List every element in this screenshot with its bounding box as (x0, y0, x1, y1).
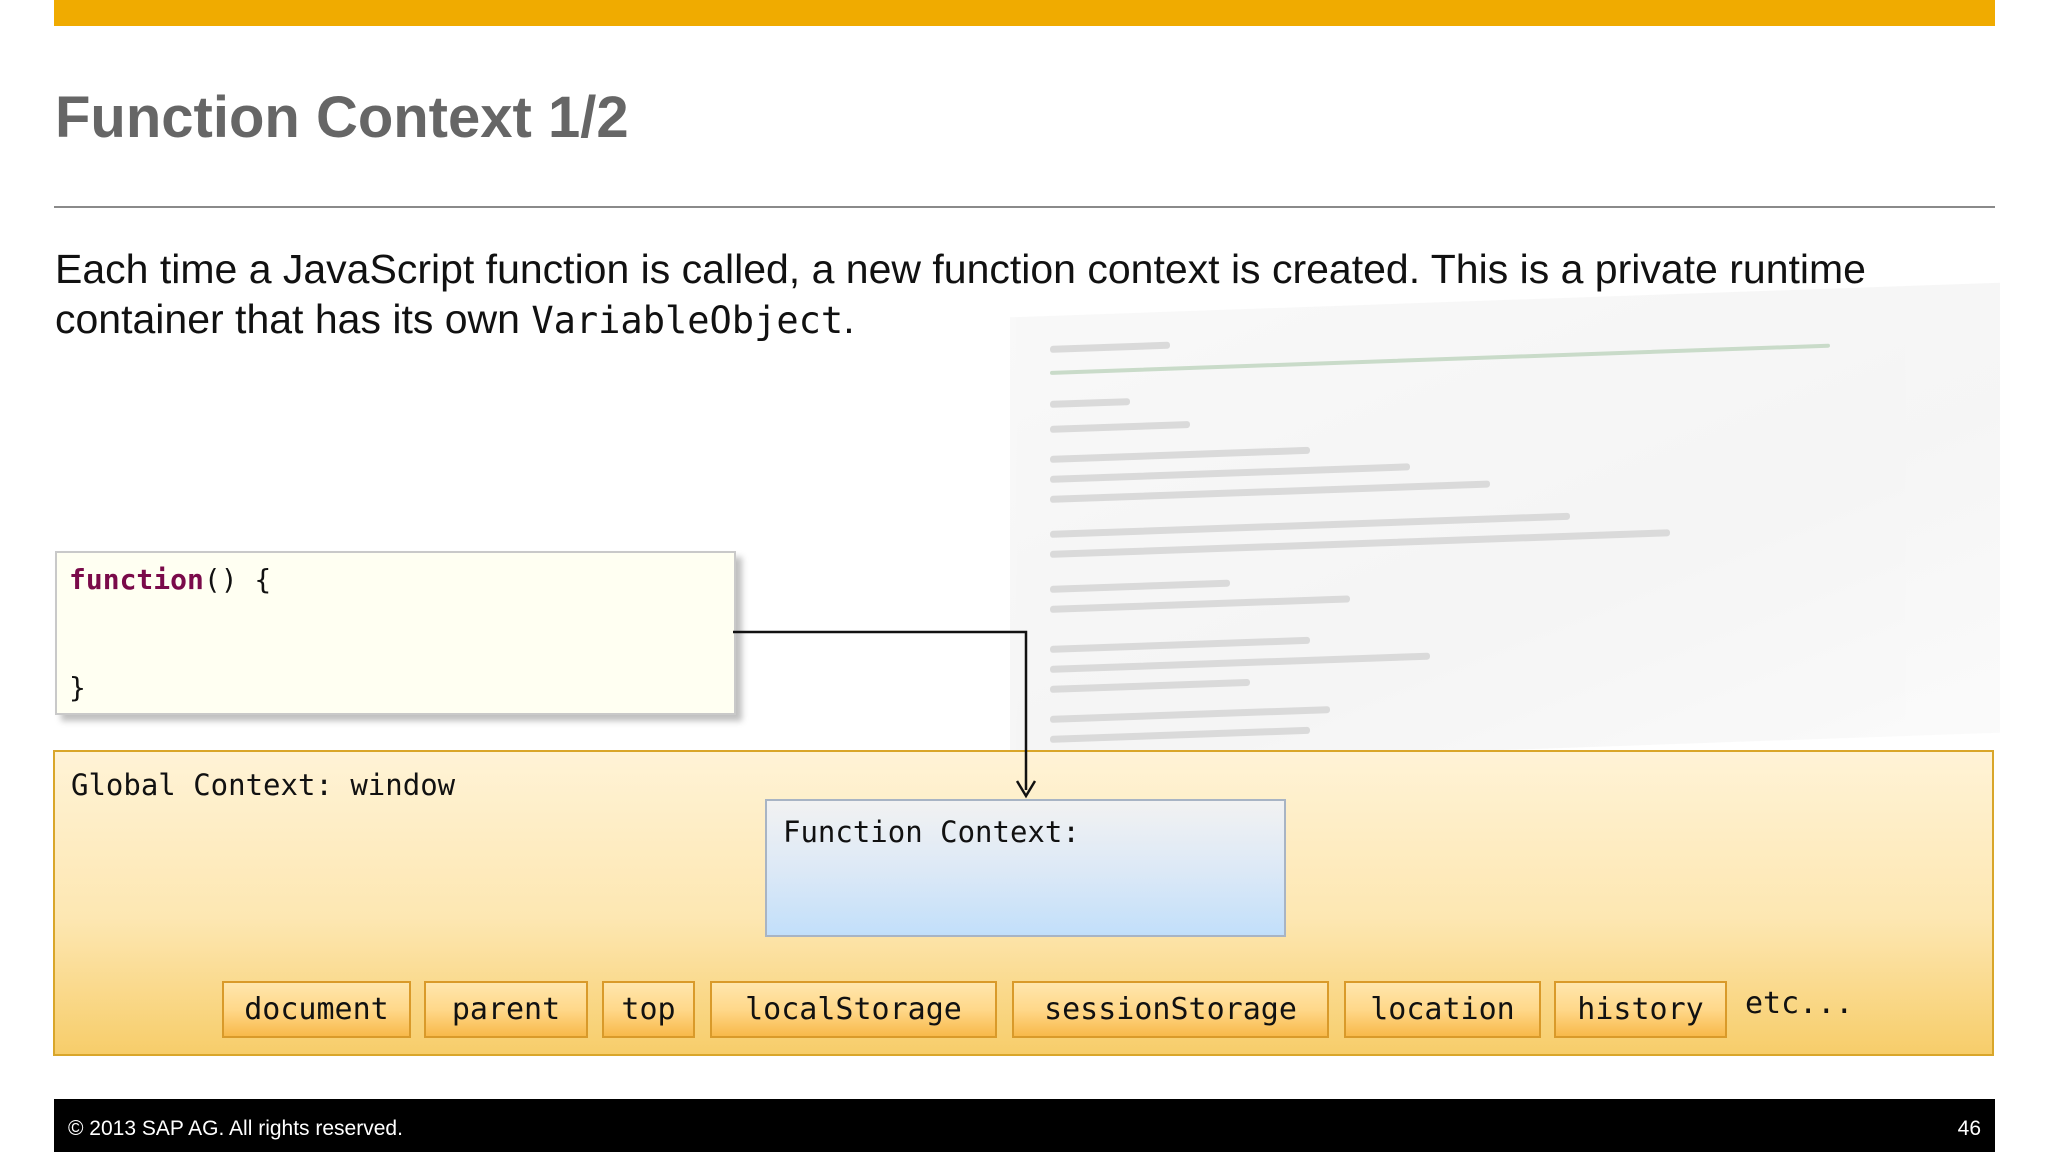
footer-bar: © 2013 SAP AG. All rights reserved. 46 (54, 1099, 1995, 1152)
page-number: 46 (1957, 1117, 1981, 1140)
call-connector-arrow (733, 630, 1037, 799)
copyright-text: © 2013 SAP AG. All rights reserved. (68, 1117, 403, 1140)
